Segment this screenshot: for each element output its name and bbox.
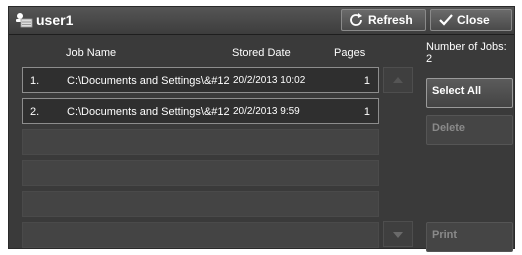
- column-header-stored-date: Stored Date: [232, 47, 291, 59]
- number-of-jobs-value: 2: [426, 53, 433, 65]
- close-button[interactable]: Close: [430, 9, 512, 31]
- triangle-up-icon: [393, 77, 403, 83]
- select-all-button[interactable]: Select All: [426, 78, 513, 108]
- job-stored-date: 20/2/2013 10:02: [233, 75, 306, 86]
- stored-jobs-window: user1 Refresh Close Job Name Stored Date…: [8, 6, 516, 252]
- job-pages: 1: [363, 106, 370, 118]
- scroll-track: [383, 95, 413, 219]
- job-stored-date: 20/2/2013 9:59: [233, 106, 300, 117]
- user-folder-icon: [16, 13, 33, 28]
- job-row[interactable]: 2. C:\Documents and Settings\&#12 20/2/2…: [22, 98, 379, 124]
- triangle-down-icon: [393, 232, 403, 238]
- job-number: 2.: [30, 106, 40, 118]
- empty-row: [22, 191, 379, 217]
- empty-row: [22, 160, 379, 186]
- number-of-jobs: Number of Jobs: 2: [426, 41, 516, 65]
- job-name: C:\Documents and Settings\&#12: [67, 106, 230, 118]
- refresh-icon: [350, 13, 362, 26]
- job-row[interactable]: 1. C:\Documents and Settings\&#12 20/2/2…: [22, 67, 379, 93]
- close-label: Close: [457, 13, 490, 27]
- refresh-button[interactable]: Refresh: [341, 9, 426, 31]
- page-title: user1: [36, 12, 74, 28]
- scroll-down-button[interactable]: [383, 221, 413, 247]
- scroll-up-button[interactable]: [383, 67, 413, 93]
- job-name: C:\Documents and Settings\&#12: [67, 75, 230, 87]
- job-pages: 1: [363, 75, 370, 87]
- refresh-label: Refresh: [368, 13, 413, 27]
- checkmark-icon: [439, 14, 453, 26]
- empty-row: [22, 129, 379, 155]
- number-of-jobs-label: Number of Jobs:: [426, 41, 507, 53]
- empty-row: [22, 222, 379, 248]
- column-header-job-name: Job Name: [66, 47, 117, 59]
- job-list: 1. C:\Documents and Settings\&#12 20/2/2…: [22, 67, 379, 253]
- job-number: 1.: [30, 75, 40, 87]
- print-button[interactable]: Print: [426, 222, 513, 252]
- delete-button[interactable]: Delete: [426, 115, 513, 145]
- column-header-pages: Pages: [334, 47, 366, 59]
- header-bar: user1 Refresh Close: [9, 7, 514, 35]
